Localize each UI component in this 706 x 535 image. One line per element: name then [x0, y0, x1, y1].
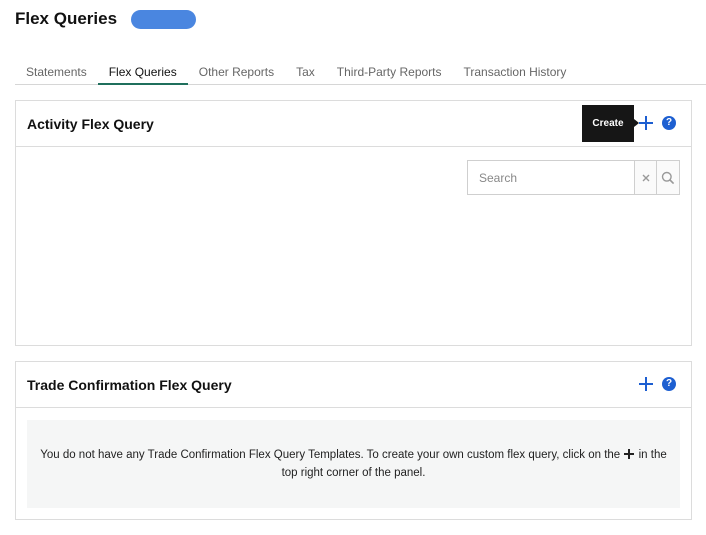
create-tooltip: Create — [582, 105, 634, 142]
empty-state: You do not have any Trade Confirmation F… — [27, 420, 680, 508]
help-icon[interactable]: ? — [662, 377, 676, 391]
search-button[interactable] — [656, 161, 679, 194]
tab-flex-queries[interactable]: Flex Queries — [97, 60, 188, 85]
plus-icon — [624, 449, 635, 459]
tab-transaction-history[interactable]: Transaction History — [453, 60, 578, 85]
trade-confirmation-flex-query-panel: Trade Confirmation Flex Query ? You do n… — [15, 361, 692, 520]
tab-statements[interactable]: Statements — [15, 60, 98, 85]
help-icon[interactable]: ? — [662, 116, 676, 130]
plus-icon[interactable] — [639, 377, 653, 391]
search-box — [467, 160, 680, 195]
empty-state-message: You do not have any Trade Confirmation F… — [39, 446, 668, 482]
page-title: Flex Queries — [15, 9, 118, 28]
activity-panel-header: Activity Flex Query Create ? — [16, 101, 691, 147]
close-icon — [642, 174, 650, 181]
trade-panel-title: Trade Confirmation Flex Query — [27, 376, 232, 393]
search-input[interactable] — [468, 161, 634, 194]
tab-third-party-reports[interactable]: Third-Party Reports — [326, 60, 453, 85]
clear-search-button[interactable] — [634, 161, 657, 194]
search-icon — [661, 171, 675, 184]
empty-message-before: You do not have any Trade Confirmation F… — [40, 449, 621, 461]
plus-icon[interactable] — [639, 116, 653, 130]
tab-tax[interactable]: Tax — [285, 60, 326, 85]
activity-flex-query-panel: Activity Flex Query Create ? — [15, 100, 692, 346]
activity-panel-title: Activity Flex Query — [27, 115, 154, 132]
account-pill[interactable] — [131, 9, 197, 29]
tab-bar: Statements Flex Queries Other Reports Ta… — [15, 60, 706, 85]
tab-other-reports[interactable]: Other Reports — [188, 60, 285, 85]
page-header: Flex Queries — [15, 9, 197, 29]
trade-panel-header: Trade Confirmation Flex Query ? — [16, 362, 691, 408]
